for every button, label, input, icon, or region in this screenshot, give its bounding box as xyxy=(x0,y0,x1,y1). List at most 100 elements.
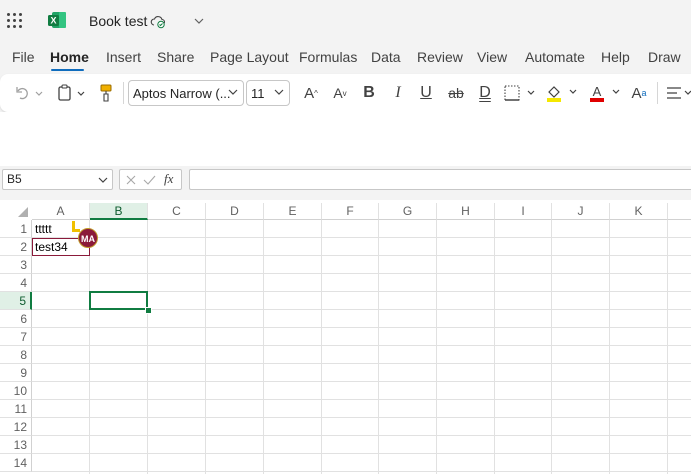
row-header-5[interactable]: 5 xyxy=(0,292,32,310)
row-header-14[interactable]: 14 xyxy=(0,454,32,472)
column-header-d[interactable]: D xyxy=(206,203,264,220)
column-header-k[interactable]: K xyxy=(610,203,668,220)
select-all-icon xyxy=(18,207,28,217)
column-header-a[interactable]: A xyxy=(32,203,90,220)
column-header-h[interactable]: H xyxy=(437,203,495,220)
shrink-font-button[interactable]: Av xyxy=(329,74,351,112)
row-header-8[interactable]: 8 xyxy=(0,346,32,364)
fill-handle[interactable] xyxy=(145,307,152,314)
column-header-e[interactable]: E xyxy=(264,203,322,220)
gridline xyxy=(32,471,691,472)
formula-input[interactable] xyxy=(189,169,691,190)
gridline xyxy=(32,363,691,364)
gridline xyxy=(32,453,691,454)
gridline xyxy=(32,399,691,400)
ribbon-separator xyxy=(123,82,124,104)
chevron-down-icon xyxy=(98,177,108,183)
gridline xyxy=(32,327,691,328)
insert-function-button[interactable]: fx xyxy=(164,171,173,187)
row-header-2[interactable]: 2 xyxy=(0,238,32,256)
tab-page-layout[interactable]: Page Layout xyxy=(210,49,289,65)
select-all-corner[interactable] xyxy=(0,203,32,220)
tab-view[interactable]: View xyxy=(477,49,507,65)
tab-draw[interactable]: Draw xyxy=(648,49,681,65)
superscript-button[interactable]: Aa xyxy=(628,74,650,112)
clipboard-icon xyxy=(58,84,85,101)
borders-icon xyxy=(504,85,535,101)
tab-home[interactable]: Home xyxy=(50,49,89,65)
font-color-button[interactable]: A xyxy=(588,74,624,112)
gridline xyxy=(32,345,691,346)
bold-button[interactable]: B xyxy=(359,74,379,112)
double-underline-button[interactable]: D xyxy=(474,74,496,112)
row-header-6[interactable]: 6 xyxy=(0,310,32,328)
align-left-icon xyxy=(667,87,691,99)
tab-share[interactable]: Share xyxy=(157,49,194,65)
font-color-icon: A xyxy=(590,84,620,102)
row-header-10[interactable]: 10 xyxy=(0,382,32,400)
tab-file[interactable]: File xyxy=(12,49,35,65)
svg-text:X: X xyxy=(50,16,56,26)
column-header-g[interactable]: G xyxy=(379,203,437,220)
workbook-title[interactable]: Book test xyxy=(89,13,147,29)
ribbon-spacer xyxy=(0,112,691,166)
tab-automate[interactable]: Automate xyxy=(525,49,585,65)
cancel-icon[interactable] xyxy=(125,174,137,186)
strikethrough-button[interactable]: ab xyxy=(444,74,468,112)
row-header-11[interactable]: 11 xyxy=(0,400,32,418)
font-name-dropdown[interactable]: Aptos Narrow (... xyxy=(128,80,244,106)
name-box[interactable]: B5 xyxy=(2,169,113,190)
column-header-c[interactable]: C xyxy=(148,203,206,220)
tab-review[interactable]: Review xyxy=(417,49,463,65)
tab-help[interactable]: Help xyxy=(601,49,630,65)
font-size-dropdown[interactable]: 11 xyxy=(246,80,290,106)
collaborator-avatar[interactable]: MA xyxy=(78,228,98,248)
italic-button[interactable]: I xyxy=(388,74,408,112)
svg-text:A: A xyxy=(593,84,602,99)
tab-insert[interactable]: Insert xyxy=(106,49,141,65)
row-header-1[interactable]: 1 xyxy=(0,220,32,238)
row-header-4[interactable]: 4 xyxy=(0,274,32,292)
paste-button[interactable] xyxy=(55,74,89,112)
spreadsheet-grid[interactable] xyxy=(0,200,691,474)
gridline xyxy=(32,237,691,238)
superscript-label: A xyxy=(631,84,642,102)
column-header-b[interactable]: B xyxy=(90,203,148,220)
column-header-i[interactable]: I xyxy=(495,203,552,220)
row-header-3[interactable]: 3 xyxy=(0,256,32,274)
column-header-partial[interactable] xyxy=(668,203,691,220)
row-header-9[interactable]: 9 xyxy=(0,364,32,382)
cloud-saved-icon xyxy=(150,16,166,29)
align-button[interactable] xyxy=(664,74,691,112)
format-painter-button[interactable] xyxy=(96,74,116,112)
tab-formulas[interactable]: Formulas xyxy=(299,49,357,65)
undo-icon xyxy=(16,87,43,100)
underline-button[interactable]: U xyxy=(416,74,436,112)
app-launcher-icon[interactable] xyxy=(7,13,23,29)
gridline xyxy=(32,435,691,436)
ribbon-toolbar: Aptos Narrow (... 11 A^ Av B I U ab D A xyxy=(0,74,691,112)
fill-color-button[interactable] xyxy=(545,74,581,112)
borders-button[interactable] xyxy=(503,74,539,112)
enter-check-icon[interactable] xyxy=(143,174,156,186)
row-header-12[interactable]: 12 xyxy=(0,418,32,436)
column-header-f[interactable]: F xyxy=(322,203,379,220)
column-header-j[interactable]: J xyxy=(552,203,610,220)
superscript-mark: a xyxy=(641,88,647,98)
chevron-down-icon[interactable] xyxy=(193,15,205,27)
grow-font-label: A xyxy=(304,84,315,102)
gridline xyxy=(32,273,691,274)
fill-color-icon xyxy=(547,86,577,102)
row-header-13[interactable]: 13 xyxy=(0,436,32,454)
formula-actions: fx xyxy=(119,169,182,190)
shrink-font-label: A xyxy=(333,85,343,101)
active-cell-selection[interactable] xyxy=(89,291,148,310)
gridline xyxy=(32,255,691,256)
chevron-down-icon xyxy=(274,89,284,95)
grow-font-button[interactable]: A ^ xyxy=(300,74,322,112)
tab-data[interactable]: Data xyxy=(371,49,401,65)
row-header-7[interactable]: 7 xyxy=(0,328,32,346)
undo-button[interactable] xyxy=(12,74,46,112)
gridline xyxy=(32,381,691,382)
cell-a1[interactable]: ttttt xyxy=(32,220,52,238)
